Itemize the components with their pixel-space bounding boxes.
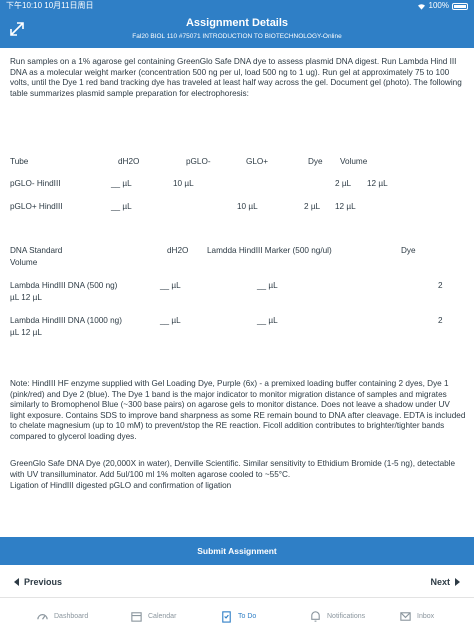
cell-volume: 12 µL (367, 179, 388, 188)
tab-todo[interactable]: To Do (220, 610, 256, 623)
table1-header-volume: Volume (340, 157, 368, 166)
intro-paragraph: Run samples on a 1% agarose gel containi… (10, 57, 462, 98)
previous-label: Previous (24, 577, 63, 587)
next-label: Next (430, 577, 450, 587)
course-subtitle: Fal20 BIOL 110 #75071 INTRODUCTION TO BI… (132, 33, 342, 40)
cell-marker: __ µL (257, 281, 278, 290)
table-row-wrap: µL 12 µL (10, 293, 42, 302)
calendar-icon (131, 612, 142, 622)
status-time: 下午10:10 10月11日周日 (6, 1, 94, 10)
table2-header-dh2o: dH2O (167, 246, 189, 255)
table1-header-tube: Tube (10, 157, 29, 166)
status-bar: 下午10:10 10月11日周日 100% (0, 0, 474, 12)
table2-header-dye: Dye (401, 246, 416, 255)
page-title: Assignment Details (185, 17, 289, 29)
dashboard-icon (37, 614, 48, 620)
caret-right-icon (455, 578, 460, 586)
previous-button[interactable]: Previous (14, 577, 62, 587)
cell-dh2o: __ µL (160, 281, 181, 290)
table-row-wrap: µL 12 µL (10, 328, 42, 337)
caret-left-icon (14, 578, 19, 586)
cell-tube: pGLO- HindIII (10, 179, 61, 188)
tab-label: Inbox (417, 613, 435, 620)
bell-icon (311, 611, 320, 622)
battery-percent: 100% (428, 1, 449, 10)
table2-header-wrap: Volume (10, 258, 38, 267)
tab-label: Notifications (327, 613, 366, 620)
app-header: 下午10:10 10月11日周日 100% Assignment Details… (0, 0, 474, 48)
cell-dye: 2 (438, 281, 443, 290)
tab-notifications[interactable]: Notifications (309, 610, 365, 623)
table1-header-dye: Dye (308, 157, 323, 166)
cell-pglo-minus: 10 µL (173, 179, 194, 188)
tab-label: To Do (238, 613, 257, 620)
bottom-tab-bar: Dashboard Calendar To Do Notifications I… (0, 603, 474, 632)
cell-volume: 12 µL (335, 202, 356, 211)
tab-label: Calendar (148, 613, 177, 620)
cell-marker: __ µL (257, 316, 278, 325)
cell-dye: 2 (438, 316, 443, 325)
greenglo-paragraph: GreenGlo Safe DNA Dye (20,000X in water)… (10, 459, 456, 479)
pagination-nav: Previous Next (0, 568, 474, 598)
ligation-line: Ligation of HindIII digested pGLO and co… (10, 481, 232, 490)
cell-standard: Lambda HindIII DNA (1000 ng) (10, 316, 122, 325)
cell-standard: Lambda HindIII DNA (500 ng) (10, 281, 118, 290)
table2-header-standard: DNA Standard (10, 246, 63, 255)
tab-calendar[interactable]: Calendar (130, 610, 176, 623)
table2-header-marker: Lamdda HindIII Marker (500 ng/ul) (207, 246, 332, 255)
cell-dh2o: __ µL (111, 202, 132, 211)
cell-dh2o: __ µL (160, 316, 181, 325)
battery-icon (452, 2, 468, 10)
table1-header-dh2o: dH2O (118, 157, 140, 166)
cell-dh2o: __ µL (111, 179, 132, 188)
tab-dashboard[interactable]: Dashboard (36, 610, 88, 623)
cell-glo-plus: 10 µL (237, 202, 258, 211)
cell-tube: pGLO+ HindIII (10, 202, 63, 211)
submit-assignment-button[interactable]: Submit Assignment (0, 537, 474, 565)
table1-header-pglo-minus: pGLO- (186, 157, 211, 166)
inbox-icon (400, 612, 411, 621)
tab-inbox[interactable]: Inbox (399, 610, 434, 623)
status-indicators: 100% (417, 0, 468, 12)
todo-icon (222, 611, 231, 623)
cell-dye: 2 µL (304, 202, 321, 211)
table1-header-glo-plus: GLO+ (246, 157, 269, 166)
next-button[interactable]: Next (430, 577, 460, 587)
tab-label: Dashboard (54, 613, 89, 620)
note-paragraph: Note: HindIII HF enzyme supplied with Ge… (10, 379, 466, 441)
cell-dye: 2 µL (335, 179, 352, 188)
wifi-icon (417, 3, 425, 10)
